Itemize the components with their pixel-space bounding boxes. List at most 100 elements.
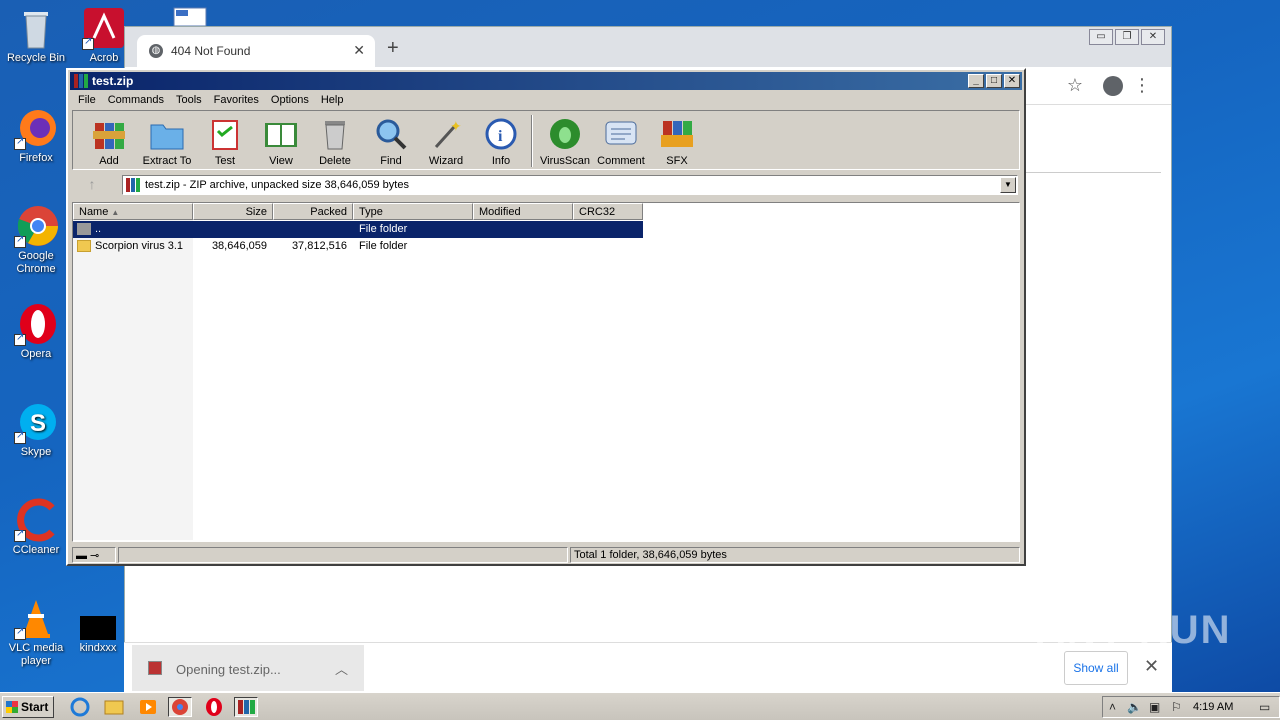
vlc-icon	[14, 596, 58, 640]
browser-tab-strip: ◍ 404 Not Found ✕ + ▭ ❐ ✕	[125, 27, 1171, 67]
download-item[interactable]: Opening test.zip... ︿	[132, 645, 364, 691]
menu-options[interactable]: Options	[265, 92, 315, 110]
column-name[interactable]: Name ▲	[73, 203, 193, 220]
minimize-button[interactable]: _	[968, 74, 984, 88]
close-button[interactable]: ✕	[1004, 74, 1020, 88]
delete-button[interactable]: Delete	[307, 117, 363, 167]
speaker-icon[interactable]: 🔈	[1127, 700, 1142, 714]
browser-tab[interactable]: ◍ 404 Not Found ✕	[137, 35, 375, 67]
comment-icon	[603, 117, 639, 151]
download-bar-close-icon[interactable]: ✕	[1144, 656, 1159, 677]
drive-key-icon[interactable]: ▬ ⊸	[72, 547, 116, 563]
desktop-icon-document[interactable]	[160, 6, 220, 28]
test-clipboard-icon	[207, 117, 243, 151]
sfx-button[interactable]: SFX	[649, 117, 705, 167]
desktop-icon-kindxxx[interactable]: kindxxx	[70, 616, 126, 655]
add-button[interactable]: Add	[81, 117, 137, 167]
desktop-icon-chrome[interactable]: Google Chrome	[0, 204, 72, 276]
taskbar-ie-icon[interactable]	[68, 697, 92, 717]
desktop-icon-vlc[interactable]: VLC media player	[0, 596, 72, 668]
menu-tools[interactable]: Tools	[170, 92, 208, 110]
view-label: View	[269, 155, 293, 167]
add-label: Add	[99, 155, 119, 167]
status-text: Total 1 folder, 38,646,059 bytes	[570, 547, 1020, 563]
list-header: Name ▲ Size Packed Type Modified CRC32	[73, 203, 643, 220]
taskbar-media-player-icon[interactable]	[136, 697, 160, 717]
restore-button[interactable]: ❐	[1115, 29, 1139, 45]
desktop-icon-ccleaner[interactable]: CCleaner	[0, 498, 72, 557]
new-tab-button[interactable]: +	[387, 37, 399, 60]
winrar-titlebar[interactable]: test.zip _ □ ✕	[70, 72, 1022, 90]
shortcut-arrow-icon	[82, 36, 94, 50]
row-size: 38,646,059	[211, 240, 267, 252]
flag-icon[interactable]: ⚐	[1171, 700, 1182, 714]
view-button[interactable]: View	[253, 117, 309, 167]
shortcut-arrow-icon	[14, 332, 26, 346]
desktop-icon-skype[interactable]: S Skype	[0, 400, 72, 459]
column-name-label: Name	[79, 206, 109, 218]
desktop-icon-label: Firefox	[19, 152, 53, 164]
minimize-button[interactable]: ▭	[1089, 29, 1113, 45]
virusscan-button[interactable]: VirusScan	[537, 117, 593, 167]
column-modified[interactable]: Modified	[473, 203, 573, 220]
download-bar: Opening test.zip... ︿ Show all ✕	[124, 642, 1172, 692]
skype-icon: S	[14, 400, 58, 444]
desktop-icon-opera[interactable]: Opera	[0, 302, 72, 361]
column-packed[interactable]: Packed	[273, 203, 353, 220]
toolbar-separator	[531, 115, 533, 167]
sfx-label: SFX	[666, 155, 688, 167]
svg-text:S: S	[30, 410, 46, 437]
show-all-button[interactable]: Show all	[1064, 651, 1128, 685]
menu-commands[interactable]: Commands	[102, 92, 170, 110]
archive-icon	[126, 178, 140, 192]
table-row[interactable]: .. File folder	[73, 221, 643, 238]
column-crc32[interactable]: CRC32	[573, 203, 643, 220]
account-icon[interactable]	[1103, 76, 1123, 96]
archive-file-icon	[148, 661, 162, 675]
desktop-icon-firefox[interactable]: Firefox	[0, 106, 72, 165]
taskbar-opera-icon[interactable]	[202, 697, 226, 717]
desktop-icon-label: CCleaner	[12, 544, 60, 556]
bookmark-star-icon[interactable]: ☆	[1067, 75, 1083, 96]
taskbar-winrar-icon[interactable]	[234, 697, 258, 717]
desktop-icon-recycle-bin[interactable]: Recycle Bin	[0, 6, 72, 65]
winrar-app-icon	[74, 74, 88, 88]
view-book-icon	[263, 117, 299, 151]
globe-icon: ◍	[149, 44, 163, 58]
address-combo[interactable]: test.zip - ZIP archive, unpacked size 38…	[122, 175, 1018, 195]
find-label: Find	[380, 155, 402, 167]
start-button[interactable]: Start	[2, 696, 54, 718]
close-button[interactable]: ✕	[1141, 29, 1165, 45]
taskbar-explorer-icon[interactable]	[102, 697, 126, 717]
menu-help[interactable]: Help	[315, 92, 350, 110]
menu-dots-icon[interactable]: ⋮	[1133, 75, 1151, 96]
extract-folder-icon	[149, 117, 185, 151]
comment-button[interactable]: Comment	[593, 117, 649, 167]
test-button[interactable]: Test	[197, 117, 253, 167]
show-desktop-icon[interactable]: ▭	[1259, 700, 1270, 714]
comment-label: Comment	[597, 155, 645, 167]
menu-favorites[interactable]: Favorites	[208, 92, 265, 110]
table-row[interactable]: Scorpion virus 3.1 38,646,059 37,812,516…	[73, 238, 643, 255]
tray-expand-icon[interactable]: ˄	[1109, 700, 1116, 714]
maximize-button[interactable]: □	[986, 74, 1002, 88]
clock[interactable]: 4:19 AM	[1193, 701, 1233, 713]
dropdown-arrow-icon[interactable]: ▼	[1000, 177, 1016, 193]
column-size[interactable]: Size	[193, 203, 273, 220]
wizard-button[interactable]: ✦ Wizard	[418, 117, 474, 167]
wand-icon: ✦	[428, 117, 464, 151]
menu-file[interactable]: File	[72, 92, 102, 110]
taskbar-chrome-icon[interactable]	[168, 697, 192, 717]
info-button[interactable]: i Info	[473, 117, 529, 167]
up-arrow-icon[interactable]: ↑	[74, 176, 110, 194]
desktop-icon-label: Google Chrome	[16, 250, 56, 275]
taskbar: Start ˄ 🔈 ▣ ⚐ 4:19 AM ▭	[0, 692, 1280, 720]
find-button[interactable]: Find	[363, 117, 419, 167]
extract-to-button[interactable]: Extract To	[139, 117, 195, 167]
chevron-up-icon[interactable]: ︿	[335, 659, 348, 678]
column-type[interactable]: Type	[353, 203, 473, 220]
network-icon[interactable]: ▣	[1149, 700, 1160, 714]
info-icon: i	[483, 117, 519, 151]
opera-icon	[14, 302, 58, 346]
tab-close-icon[interactable]: ✕	[353, 42, 365, 59]
